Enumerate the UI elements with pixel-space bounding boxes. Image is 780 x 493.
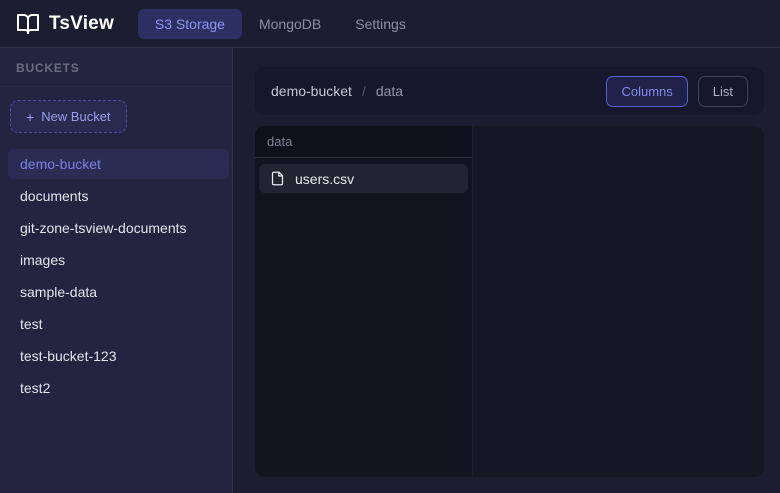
buckets-sidebar: BUCKETS + New Bucket demo-bucket documen… xyxy=(0,48,233,493)
plus-icon: + xyxy=(26,110,34,124)
tab-s3-storage[interactable]: S3 Storage xyxy=(138,9,242,39)
bucket-item-git-zone-tsview-documents[interactable]: git-zone-tsview-documents xyxy=(8,213,229,243)
column-header: data xyxy=(255,126,472,158)
file-name: users.csv xyxy=(295,171,354,187)
app-title: TsView xyxy=(49,13,114,35)
main-area: demo-bucket / data Columns List data xyxy=(233,48,780,493)
new-bucket-button[interactable]: + New Bucket xyxy=(10,100,127,133)
explorer-panel: data users.csv xyxy=(255,126,764,477)
breadcrumb-bucket[interactable]: demo-bucket xyxy=(271,83,352,99)
view-toggle: Columns List xyxy=(606,76,748,107)
columns-view-button[interactable]: Columns xyxy=(606,76,687,107)
new-bucket-wrap: + New Bucket xyxy=(0,87,232,133)
explorer-toolbar: demo-bucket / data Columns List xyxy=(255,67,764,115)
book-open-icon xyxy=(16,12,40,36)
tab-mongodb[interactable]: MongoDB xyxy=(242,9,338,39)
bucket-item-documents[interactable]: documents xyxy=(8,181,229,211)
bucket-list: demo-bucket documents git-zone-tsview-do… xyxy=(0,149,232,405)
nav-tabs: S3 Storage MongoDB Settings xyxy=(138,9,423,39)
bucket-item-demo-bucket[interactable]: demo-bucket xyxy=(8,149,229,179)
app-logo: TsView xyxy=(16,12,114,36)
breadcrumb: demo-bucket / data xyxy=(271,83,403,99)
tab-settings[interactable]: Settings xyxy=(338,9,423,39)
explorer-column-data: data users.csv xyxy=(255,126,473,477)
app-window: TsView S3 Storage MongoDB Settings BUCKE… xyxy=(0,0,780,493)
bucket-item-images[interactable]: images xyxy=(8,245,229,275)
file-icon xyxy=(270,171,285,186)
bucket-item-test[interactable]: test xyxy=(8,309,229,339)
list-view-button[interactable]: List xyxy=(698,76,748,107)
breadcrumb-path: data xyxy=(376,83,403,99)
bucket-item-test-bucket-123[interactable]: test-bucket-123 xyxy=(8,341,229,371)
bucket-item-test2[interactable]: test2 xyxy=(8,373,229,403)
breadcrumb-separator: / xyxy=(362,83,366,99)
bucket-item-sample-data[interactable]: sample-data xyxy=(8,277,229,307)
top-navbar: TsView S3 Storage MongoDB Settings xyxy=(0,0,780,48)
sidebar-heading: BUCKETS xyxy=(0,48,232,87)
file-row-users-csv[interactable]: users.csv xyxy=(259,164,468,193)
new-bucket-label: New Bucket xyxy=(41,109,110,124)
